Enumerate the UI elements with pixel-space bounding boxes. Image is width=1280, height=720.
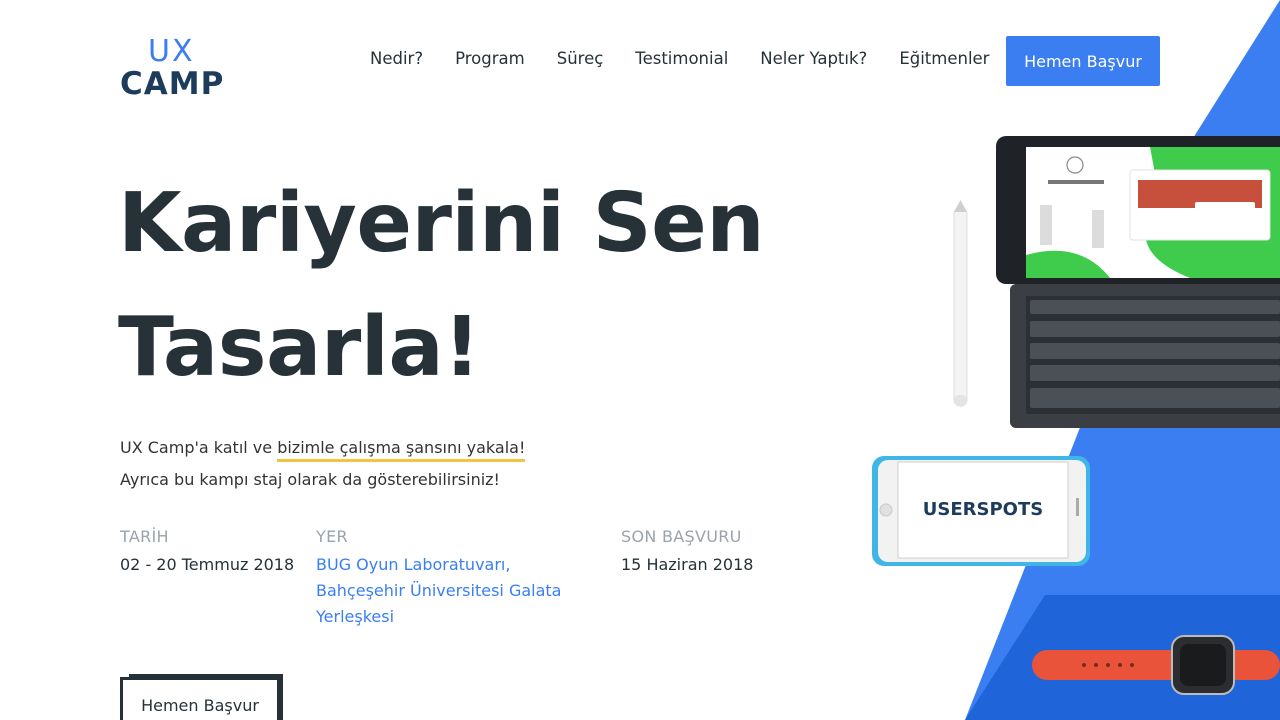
logo-camp-text: CAMP xyxy=(120,66,225,102)
deadline-value: 15 Haziran 2018 xyxy=(621,555,754,574)
apply-now-button-header[interactable]: Hemen Başvur xyxy=(1006,36,1160,86)
logo-ux-text: UX xyxy=(148,34,195,69)
nav-item-nedir[interactable]: Nedir? xyxy=(370,49,423,68)
deadline-label: SON BAŞVURU xyxy=(621,527,742,546)
hero-title: Kariyerini Sen Tasarla! xyxy=(118,162,798,410)
lead-line2: Ayrıca bu kampı staj olarak da gösterebi… xyxy=(120,470,500,489)
date-value: 02 - 20 Temmuz 2018 xyxy=(120,555,295,574)
lead-highlight: bizimle çalışma şansını yakala! xyxy=(277,438,526,462)
place-line3[interactable]: Yerleşkesi xyxy=(316,607,394,626)
blue-diagonal-shape xyxy=(965,0,1280,720)
main-nav: Nedir? Program Süreç Testimonial Neler Y… xyxy=(370,49,989,68)
info-place: YER BUG Oyun Laboratuvarı, Bahçeşehir Ün… xyxy=(316,526,586,630)
nav-item-surec[interactable]: Süreç xyxy=(557,49,604,68)
nav-item-program[interactable]: Program xyxy=(455,49,525,68)
hero-title-line2: Tasarla! xyxy=(118,300,481,395)
stylus-pencil xyxy=(953,200,968,407)
blue-diagonal-shape-dark xyxy=(965,595,1280,720)
phone-device: USERSPOTS xyxy=(872,456,1090,566)
hero-title-line1: Kariyerini Sen xyxy=(118,176,765,271)
nav-item-neler-yaptik[interactable]: Neler Yaptık? xyxy=(760,49,867,68)
info-deadline: SON BAŞVURU 15 Haziran 2018 xyxy=(621,526,753,578)
nav-item-testimonial[interactable]: Testimonial xyxy=(635,49,728,68)
ux-camp-logo[interactable]: UX CAMP xyxy=(120,34,230,102)
place-line2[interactable]: Bahçeşehir Üniversitesi Galata xyxy=(316,581,561,600)
userspots-logo: USERSPOTS xyxy=(923,499,1043,520)
hero-lead: UX Camp'a katıl ve bizimle çalışma şansı… xyxy=(120,432,526,496)
apply-now-button-hero[interactable]: Hemen Başvur xyxy=(120,677,280,720)
smartwatch xyxy=(1032,635,1280,695)
place-line1[interactable]: BUG Oyun Laboratuvarı, xyxy=(316,555,510,574)
place-label: YER xyxy=(316,527,348,546)
nav-item-egitmenler[interactable]: Eğitmenler xyxy=(899,49,989,68)
place-link[interactable]: BUG Oyun Laboratuvarı, Bahçeşehir Üniver… xyxy=(316,552,586,630)
info-date: TARİH 02 - 20 Temmuz 2018 xyxy=(120,526,294,578)
tablet-device xyxy=(996,136,1280,428)
date-label: TARİH xyxy=(120,527,169,546)
lead-prefix: UX Camp'a katıl ve xyxy=(120,438,278,457)
